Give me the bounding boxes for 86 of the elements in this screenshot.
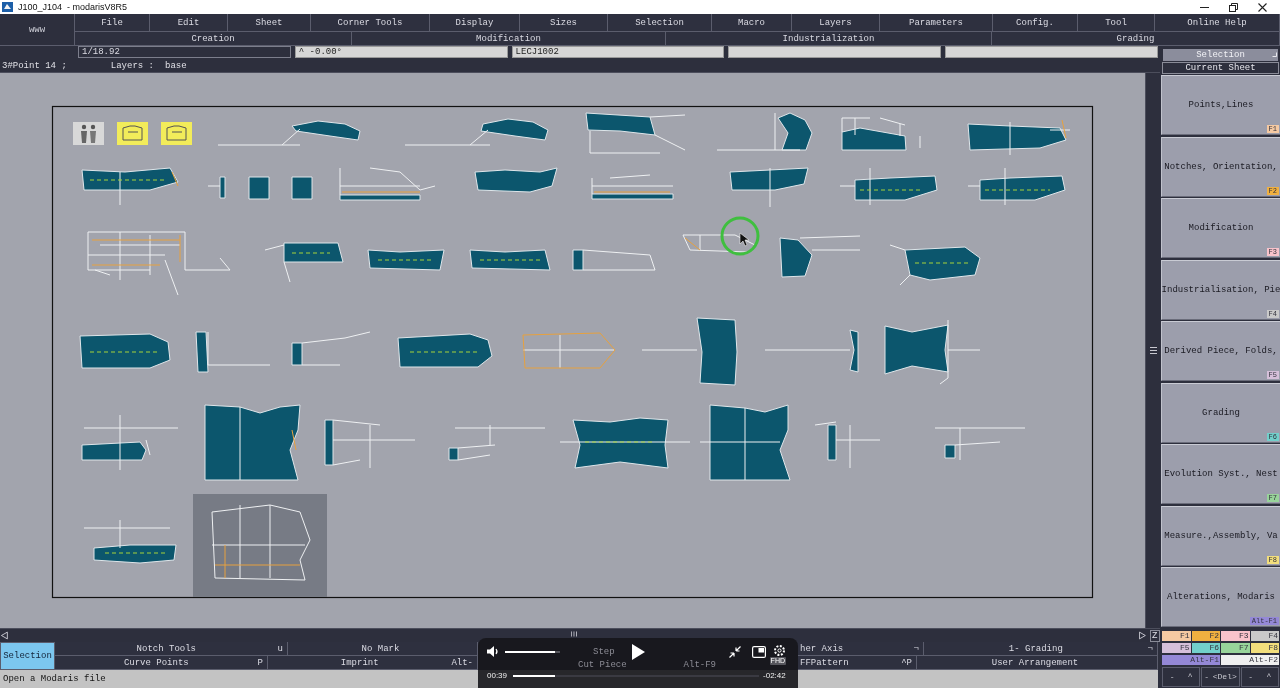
value-field[interactable]: LECJ1002 bbox=[511, 46, 725, 58]
menu-item[interactable]: Online Help bbox=[1155, 14, 1280, 32]
current-time: 00:39 bbox=[487, 671, 508, 680]
layers-value: base bbox=[165, 60, 187, 71]
ring-icon bbox=[720, 216, 760, 256]
left-arrow-icon[interactable] bbox=[1, 631, 8, 640]
menu-item[interactable]: Tool bbox=[1078, 14, 1155, 32]
minimize-icon[interactable] bbox=[1200, 6, 1209, 8]
value-field[interactable]: ^ -0.00° bbox=[294, 46, 508, 58]
function-key[interactable]: F3 bbox=[1221, 630, 1250, 641]
settings-icon[interactable] bbox=[773, 644, 786, 657]
tool-button[interactable]: FFPattern ^P bbox=[798, 656, 917, 670]
shortcut-label: u bbox=[277, 643, 283, 654]
value-field[interactable]: 1/18.92 bbox=[78, 46, 291, 58]
menu-item[interactable]: Layers bbox=[792, 14, 880, 32]
menu-item[interactable]: Corner Tools bbox=[311, 14, 430, 32]
shortcut-label: ^P bbox=[901, 657, 912, 668]
status-text: Open a Modaris file bbox=[3, 674, 106, 684]
shortcut-label: P bbox=[257, 657, 263, 668]
tool-button[interactable]: her Axis ¬ bbox=[798, 642, 924, 656]
pattern-piece bbox=[291, 176, 313, 200]
menu-item[interactable]: Sizes bbox=[520, 14, 608, 32]
function-key[interactable]: F6 bbox=[1191, 642, 1220, 653]
menu-item[interactable]: Config. bbox=[993, 14, 1078, 32]
point-info: 3#Point 14 ; bbox=[2, 60, 67, 71]
menu-item[interactable]: Macro bbox=[712, 14, 792, 32]
tool-button[interactable]: Notch Tools u bbox=[55, 642, 288, 656]
key-button[interactable]: - ^ bbox=[1162, 666, 1201, 687]
function-key[interactable]: F1 bbox=[1162, 630, 1191, 641]
tool-label: Cut Piece bbox=[578, 659, 627, 670]
pointer-icon bbox=[739, 232, 750, 247]
menu-item[interactable]: Edit bbox=[150, 14, 228, 32]
menu-item[interactable]: Parameters bbox=[880, 14, 993, 32]
tool-button[interactable]: No Mark bbox=[288, 642, 478, 656]
pattern-piece bbox=[207, 176, 226, 199]
pattern-piece bbox=[248, 176, 270, 200]
corner-icon bbox=[1272, 52, 1277, 57]
garment-icon[interactable] bbox=[117, 122, 148, 145]
tool-label: Step bbox=[593, 646, 615, 657]
mode-button[interactable]: Selection bbox=[0, 642, 55, 670]
restore-icon[interactable] bbox=[1229, 2, 1238, 12]
window-title: J100_J104 - modarisV8R5 bbox=[18, 2, 128, 12]
current-sheet-button[interactable]: Current Sheet bbox=[1162, 62, 1279, 74]
horizontal-scrollbar[interactable]: Z bbox=[0, 628, 1160, 642]
zoom-button[interactable]: Z bbox=[1149, 629, 1160, 642]
close-icon[interactable] bbox=[1258, 2, 1267, 12]
menu-item[interactable]: Display bbox=[430, 14, 520, 32]
mannequin-icon[interactable] bbox=[73, 122, 104, 145]
function-group-tab[interactable]: Grading bbox=[992, 32, 1280, 46]
function-key[interactable]: F2 bbox=[1191, 630, 1220, 641]
tool-button[interactable]: Imprint Alt- bbox=[268, 656, 478, 670]
menu-item[interactable]: Selection bbox=[608, 14, 712, 32]
grip-icon[interactable] bbox=[1149, 347, 1157, 354]
collapse-icon[interactable] bbox=[728, 645, 741, 658]
tool-button[interactable]: Curve Points P bbox=[55, 656, 268, 670]
shortcut-label: Alt-F9 bbox=[683, 659, 716, 670]
remaining-time: -02:42 bbox=[763, 671, 786, 680]
menu-item[interactable]: File bbox=[75, 14, 150, 32]
grip-icon[interactable] bbox=[570, 631, 577, 637]
pip-icon[interactable] bbox=[751, 645, 766, 658]
key-button[interactable]: - <Del> bbox=[1201, 666, 1240, 687]
shortcut-label: ¬ bbox=[913, 643, 919, 654]
play-icon[interactable] bbox=[631, 643, 645, 660]
function-key[interactable]: Alt-F2 bbox=[1221, 654, 1279, 665]
shortcut-label: Alt- bbox=[451, 657, 473, 668]
function-key[interactable]: F7 bbox=[1221, 642, 1250, 653]
tool-button[interactable]: 1- Grading ¬ bbox=[924, 642, 1158, 656]
shortcut-label: ¬ bbox=[1147, 643, 1153, 654]
layers-label: Layers : bbox=[110, 60, 155, 71]
key-button[interactable]: - ^ bbox=[1240, 666, 1279, 687]
function-group-tab[interactable]: Industrialization bbox=[666, 32, 992, 46]
value-field[interactable] bbox=[945, 46, 1158, 58]
pattern-piece bbox=[814, 421, 881, 469]
function-key[interactable]: F8 bbox=[1250, 642, 1279, 653]
function-group-tab[interactable]: Modification bbox=[352, 32, 666, 46]
volume-icon[interactable] bbox=[487, 646, 499, 657]
garment-icon[interactable] bbox=[161, 122, 192, 145]
function-key[interactable]: F5 bbox=[1162, 642, 1191, 653]
value-field[interactable] bbox=[728, 46, 942, 58]
tool-button[interactable]: User Arrangement bbox=[917, 656, 1158, 670]
right-arrow-icon[interactable] bbox=[1138, 631, 1146, 640]
function-key[interactable]: Alt-F1 bbox=[1162, 654, 1220, 665]
function-group-tab[interactable]: Creation bbox=[75, 32, 352, 46]
vertical-scrollbar[interactable] bbox=[1145, 73, 1160, 628]
menu-item[interactable]: Sheet bbox=[228, 14, 311, 32]
function-key[interactable]: F4 bbox=[1250, 630, 1279, 641]
